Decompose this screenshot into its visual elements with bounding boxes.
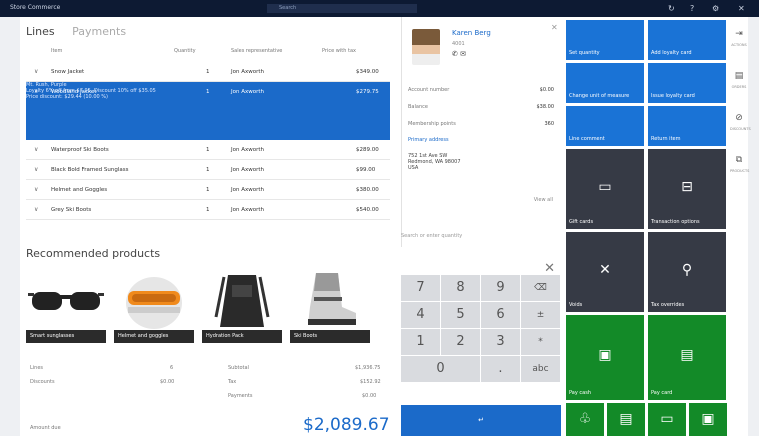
- change-unit-of-measure-tile[interactable]: Change unit of measure: [566, 63, 644, 103]
- product-image: [114, 267, 194, 331]
- numpad-key-7[interactable]: 7: [401, 275, 440, 301]
- numpad-key-0[interactable]: 0: [401, 356, 480, 382]
- set-quantity-tile[interactable]: Set quantity: [566, 20, 644, 60]
- tax-overrides-tile[interactable]: ⚲ Tax overrides: [648, 232, 726, 312]
- pay-customer-account-tile[interactable]: ▭: [648, 403, 686, 436]
- col-item: Item: [51, 48, 63, 54]
- voids-tile[interactable]: ✕ Voids: [566, 232, 644, 312]
- decimal-key[interactable]: .: [481, 356, 520, 382]
- primary-address-label[interactable]: Primary address: [408, 137, 449, 143]
- customer-id: 4001: [452, 41, 465, 47]
- recommended-product[interactable]: Smart sunglasses: [26, 267, 106, 345]
- pay-gift-card-tile[interactable]: ▣: [689, 403, 727, 436]
- customer-name[interactable]: Karen Berg: [452, 29, 491, 37]
- refresh-icon[interactable]: ↻: [668, 4, 675, 13]
- numpad-key-2[interactable]: 2: [441, 329, 480, 355]
- numpad-key-3[interactable]: 3: [481, 329, 520, 355]
- chevron-down-icon[interactable]: ∨: [34, 146, 38, 153]
- chevron-up-icon[interactable]: ∧: [34, 89, 38, 95]
- transaction-screen: Lines Payments Item Quantity Sales repre…: [20, 17, 751, 436]
- app-title: Store Commerce: [10, 4, 61, 11]
- numpad-key-5[interactable]: 5: [441, 302, 480, 328]
- col-quantity: Quantity: [174, 48, 196, 54]
- pay-check-tile[interactable]: ▤: [607, 403, 645, 436]
- customer-panel: Karen Berg 4001 ✆ ✉ ✕ Account number $0.…: [401, 17, 561, 247]
- actions-icon[interactable]: ⇥: [730, 29, 748, 39]
- table-row[interactable]: ∨ Black Bold Framed Sunglass 1 Jon Axwor…: [26, 160, 390, 180]
- orders-icon[interactable]: ▤: [730, 71, 748, 81]
- table-row[interactable]: ∨ Waterproof Ski Boots 1 Jon Axworth $28…: [26, 140, 390, 160]
- pay-loyalty-tile[interactable]: ♧: [566, 403, 604, 436]
- backspace-icon[interactable]: ⌫: [521, 275, 560, 301]
- products-icon[interactable]: ⧉: [730, 155, 748, 165]
- multiply-key[interactable]: *: [521, 329, 560, 355]
- phone-icon[interactable]: ✆: [452, 50, 458, 58]
- chevron-down-icon[interactable]: ∨: [34, 186, 38, 193]
- recommended-title: Recommended products: [26, 247, 161, 260]
- numpad-key-4[interactable]: 4: [401, 302, 440, 328]
- gift-cards-tile[interactable]: ▭ Gift cards: [566, 149, 644, 229]
- void-icon: ✕: [599, 262, 611, 278]
- side-menu: ⇥ ACTIONS ▤ ORDERS ⊘ DISCOUNTS ⧉ PRODUCT…: [730, 17, 751, 436]
- cash-icon: ▣: [598, 347, 612, 363]
- tab-payments[interactable]: Payments: [72, 25, 126, 38]
- card-icon: ▤: [680, 347, 694, 363]
- abc-key[interactable]: abc: [521, 356, 560, 382]
- close-icon[interactable]: ✕: [544, 261, 555, 276]
- numpad-key-1[interactable]: 1: [401, 329, 440, 355]
- product-image: [26, 267, 106, 331]
- recommended-product[interactable]: Helmet and goggles: [114, 267, 194, 345]
- table-row[interactable]: ∨ Helmet and Goggles 1 Jon Axworth $380.…: [26, 180, 390, 200]
- gift-card-icon: ▭: [598, 179, 612, 195]
- line-comment-tile[interactable]: Line comment: [566, 106, 644, 146]
- amount-due-value: $2,089.67: [303, 415, 390, 435]
- help-icon[interactable]: ?: [690, 4, 694, 13]
- search-input[interactable]: Search: [267, 4, 417, 13]
- gift-icon: ▣: [701, 411, 715, 427]
- recommended-product[interactable]: Ski Boots: [290, 267, 370, 345]
- add-loyalty-card-tile[interactable]: Add loyalty card: [648, 20, 726, 60]
- return-item-tile[interactable]: Return item: [648, 106, 726, 146]
- close-icon[interactable]: ✕: [738, 4, 745, 13]
- loyalty-icon: ♧: [578, 411, 592, 427]
- options-icon: ⊟: [681, 179, 693, 195]
- lines-header: Item Quantity Sales representative Price…: [26, 48, 390, 58]
- numpad: ✕ 7 8 9 ⌫ 4 5 6 ± 1 2 3 * 0 . abc ↵: [401, 255, 561, 436]
- plus-minus-key[interactable]: ±: [521, 302, 560, 328]
- numpad-prompt: Search or enter quantity: [401, 233, 463, 239]
- account-icon: ▭: [660, 411, 674, 427]
- chevron-down-icon[interactable]: ∨: [34, 166, 38, 173]
- discounts-icon[interactable]: ⊘: [730, 113, 748, 123]
- recommended-product[interactable]: Hydration Pack: [202, 267, 282, 345]
- product-image: [290, 267, 370, 331]
- check-icon: ▤: [619, 411, 633, 427]
- tax-icon: ⚲: [681, 262, 693, 278]
- avatar: [412, 29, 440, 65]
- view-all-link[interactable]: View all: [534, 197, 553, 203]
- chevron-down-icon[interactable]: ∨: [34, 68, 38, 75]
- table-row[interactable]: ∨ Grey Ski Boots 1 Jon Axworth $540.00: [26, 200, 390, 220]
- email-icon[interactable]: ✉: [460, 50, 466, 58]
- col-price: Price with tax: [322, 48, 356, 54]
- customer-address: 752 1st Ave SW Redmond, WA 98007 USA: [408, 153, 461, 171]
- numpad-key-9[interactable]: 9: [481, 275, 520, 301]
- cart-tabs: Lines Payments: [26, 25, 140, 38]
- table-row[interactable]: ∨ Snow Jacket 1 Jon Axworth $349.00: [26, 62, 390, 82]
- enter-button[interactable]: ↵: [401, 405, 561, 436]
- transaction-options-tile[interactable]: ⊟ Transaction options: [648, 149, 726, 229]
- pay-card-tile[interactable]: ▤ Pay card: [648, 315, 726, 400]
- close-icon[interactable]: ✕: [551, 23, 558, 32]
- top-bar: Store Commerce Search ↻ ? ⚙ ✕: [0, 0, 759, 17]
- amount-due-label: Amount due: [30, 425, 61, 431]
- gear-icon[interactable]: ⚙: [712, 4, 719, 13]
- tab-lines[interactable]: Lines: [26, 25, 55, 38]
- numpad-key-6[interactable]: 6: [481, 302, 520, 328]
- chevron-down-icon[interactable]: ∨: [34, 206, 38, 213]
- numpad-key-8[interactable]: 8: [441, 275, 480, 301]
- issue-loyalty-card-tile[interactable]: Issue loyalty card: [648, 63, 726, 103]
- pay-cash-tile[interactable]: ▣ Pay cash: [566, 315, 644, 400]
- product-image: [202, 267, 282, 331]
- table-row-selected[interactable]: ∧ Woodland Jacket 1 Jon Axworth $279.75 …: [26, 82, 390, 140]
- col-sales-rep: Sales representative: [231, 48, 283, 54]
